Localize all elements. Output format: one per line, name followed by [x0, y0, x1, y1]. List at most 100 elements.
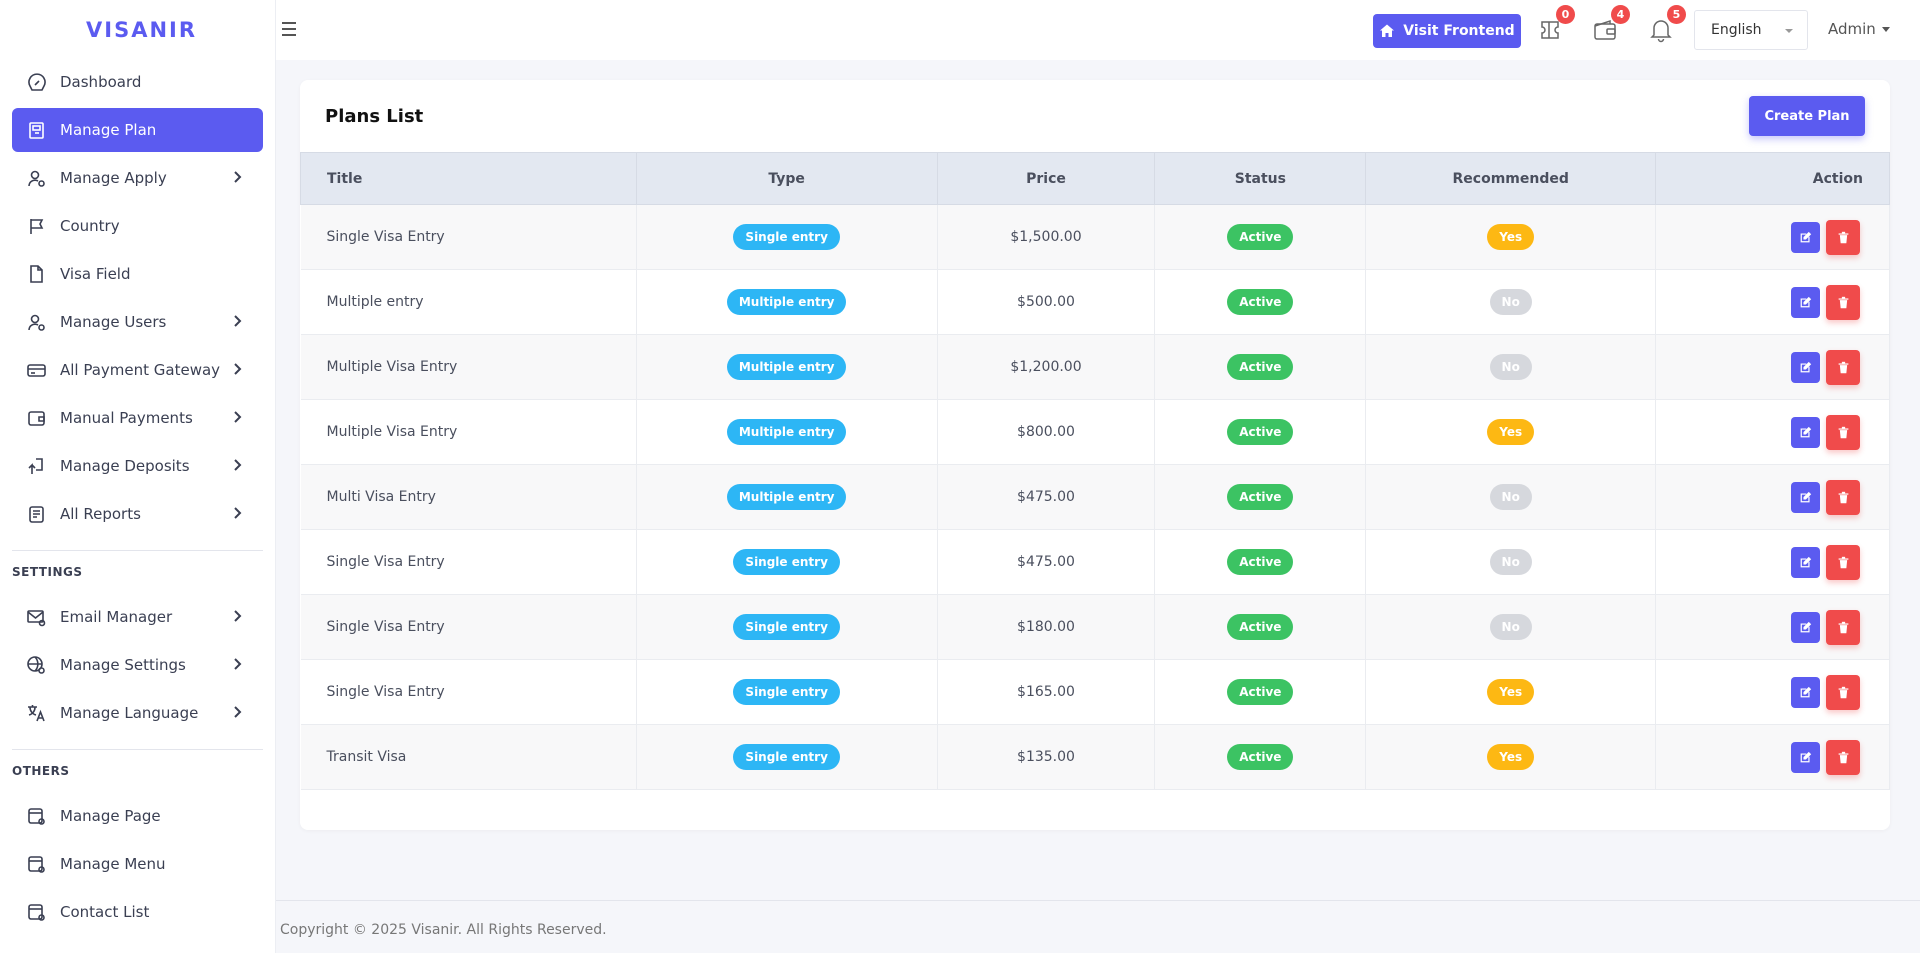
column-header-status[interactable]: Status — [1154, 152, 1367, 205]
dashboard-icon — [26, 72, 46, 92]
visit-frontend-label: Visit Frontend — [1403, 23, 1515, 39]
user-gear-icon — [26, 312, 46, 332]
recommended-badge: Yes — [1487, 419, 1535, 445]
recommended-badge: No — [1489, 354, 1532, 380]
home-icon — [1380, 24, 1395, 37]
edit-button[interactable] — [1791, 351, 1820, 383]
edit-button[interactable] — [1791, 611, 1820, 643]
plan-title: Multiple entry — [300, 269, 637, 335]
status-cell: Active — [1154, 464, 1367, 530]
bell-icon[interactable]: 5 — [1648, 5, 1686, 43]
edit-button[interactable] — [1791, 221, 1820, 253]
sidebar-item-country[interactable]: Country — [12, 204, 263, 248]
sidebar-item-label: All Payment Gateway — [60, 361, 221, 379]
column-header-title[interactable]: Title — [300, 152, 637, 205]
flag-icon — [26, 216, 46, 236]
sidebar-item-contact-list[interactable]: Contact List — [12, 890, 263, 934]
edit-button[interactable] — [1791, 416, 1820, 448]
plan-title: Multiple Visa Entry — [300, 334, 637, 400]
column-header-type[interactable]: Type — [635, 152, 938, 205]
language-select[interactable]: English — [1694, 10, 1808, 50]
trash-icon — [1837, 296, 1850, 309]
type-badge: Multiple entry — [726, 354, 847, 380]
sidebar-item-manage-settings[interactable]: Manage Settings — [12, 643, 263, 687]
sidebar-item-email-manager[interactable]: Email Manager — [12, 595, 263, 639]
plan-title: Single Visa Entry — [300, 659, 637, 725]
menu-toggle-icon[interactable] — [282, 18, 302, 40]
edit-button[interactable] — [1791, 546, 1820, 578]
report-icon — [26, 504, 46, 524]
plan-price: $475.00 — [937, 464, 1156, 530]
type-cell: Multiple entry — [636, 399, 938, 465]
plan-price: $135.00 — [937, 724, 1156, 790]
edit-button[interactable] — [1791, 286, 1820, 318]
visit-frontend-button[interactable]: Visit Frontend — [1373, 14, 1521, 48]
sidebar-item-label: Manage Plan — [60, 121, 157, 139]
edit-icon — [1799, 296, 1812, 309]
sidebar-item-manage-deposits[interactable]: Manage Deposits — [12, 444, 263, 488]
sidebar-item-all-reports[interactable]: All Reports — [12, 492, 263, 536]
recommended-badge: No — [1489, 614, 1532, 640]
sidebar-item-manage-page[interactable]: Manage Page — [12, 794, 263, 838]
status-badge: Active — [1227, 224, 1294, 250]
admin-menu[interactable]: Admin — [1828, 20, 1890, 38]
create-plan-button[interactable]: Create Plan — [1749, 96, 1865, 136]
edit-button[interactable] — [1791, 741, 1820, 773]
trash-icon — [1837, 361, 1850, 374]
sidebar-item-manage-language[interactable]: Manage Language — [12, 691, 263, 735]
plans-table: Title Type Price Status Recommended Acti… — [300, 152, 1890, 790]
plan-title: Multi Visa Entry — [300, 464, 637, 530]
delete-button[interactable] — [1826, 674, 1860, 710]
sidebar-item-manage-apply[interactable]: Manage Apply — [12, 156, 263, 200]
delete-button[interactable] — [1826, 284, 1860, 320]
wallet-icon[interactable]: 4 — [1592, 5, 1630, 43]
delete-button[interactable] — [1826, 414, 1860, 450]
sidebar: VISANIR Dashboard Manage Plan Manage Apply… — [0, 0, 276, 953]
edit-button[interactable] — [1791, 676, 1820, 708]
sidebar-item-label: Manage Deposits — [60, 457, 190, 475]
sidebar-item-manage-plan[interactable]: Manage Plan — [12, 108, 263, 152]
plan-title: Transit Visa — [300, 724, 637, 790]
trash-icon — [1837, 686, 1850, 699]
edit-button[interactable] — [1791, 481, 1820, 513]
plans-table-body: Single Visa Entry Single entry $1,500.00 Ac… — [300, 204, 1890, 790]
delete-button[interactable] — [1826, 349, 1860, 385]
footer-copyright: Copyright © 2025 Visanir. All Rights Res… — [280, 922, 607, 938]
column-header-recommended[interactable]: Recommended — [1365, 152, 1657, 205]
sidebar-item-all-payment-gateway[interactable]: All Payment Gateway — [12, 348, 263, 392]
type-cell: Single entry — [636, 529, 938, 595]
column-header-price[interactable]: Price — [936, 152, 1156, 205]
type-badge: Single entry — [733, 679, 840, 705]
delete-button[interactable] — [1826, 609, 1860, 645]
recommended-cell: No — [1365, 334, 1657, 400]
sidebar-item-manual-payments[interactable]: Manual Payments — [12, 396, 263, 440]
sidebar-item-manage-menu[interactable]: Manage Menu — [12, 842, 263, 886]
sidebar-item-manage-users[interactable]: Manage Users — [12, 300, 263, 344]
topbar: Visit Frontend 0 4 5 English Admin — [276, 0, 1920, 60]
column-header-action: Action — [1655, 152, 1890, 205]
sidebar-divider — [12, 749, 263, 750]
type-badge: Multiple entry — [726, 484, 847, 510]
type-cell: Single entry — [636, 204, 938, 270]
status-cell: Active — [1154, 594, 1367, 660]
chevron-right-icon — [229, 457, 245, 473]
settings-section-title: SETTINGS — [12, 565, 83, 579]
type-cell: Multiple entry — [636, 334, 938, 400]
brand-logo[interactable]: VISANIR — [0, 0, 275, 60]
edit-icon — [1799, 426, 1812, 439]
sidebar-item-dashboard[interactable]: Dashboard — [12, 60, 263, 104]
delete-button[interactable] — [1826, 219, 1860, 255]
delete-button[interactable] — [1826, 544, 1860, 580]
table-row: Single Visa Entry Single entry $165.00 Acti… — [300, 659, 1890, 725]
delete-button[interactable] — [1826, 739, 1860, 775]
plan-icon — [26, 120, 46, 140]
delete-button[interactable] — [1826, 479, 1860, 515]
sidebar-item-visa-field[interactable]: Visa Field — [12, 252, 263, 296]
action-cell — [1655, 334, 1890, 400]
type-cell: Multiple entry — [636, 464, 938, 530]
contact-icon — [26, 902, 46, 922]
sidebar-item-label: Manage Users — [60, 313, 167, 331]
plan-price: $1,200.00 — [937, 334, 1156, 400]
ticket-icon[interactable]: 0 — [1537, 5, 1575, 43]
sidebar-item-label: Contact List — [60, 903, 150, 921]
